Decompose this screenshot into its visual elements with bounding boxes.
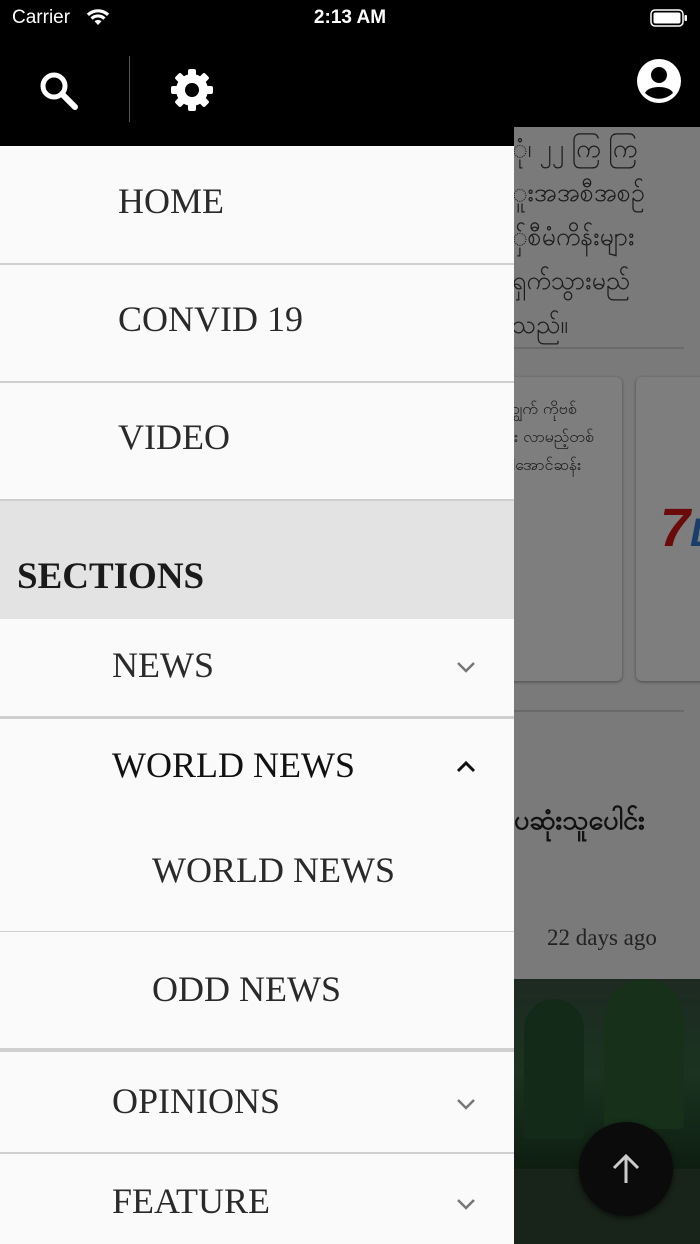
menu-item-convid-19[interactable]: CONVID 19 (0, 265, 514, 383)
account-icon[interactable] (636, 58, 682, 109)
section-feature[interactable]: FEATURE (0, 1154, 514, 1244)
scroll-to-top-button[interactable] (579, 1122, 673, 1216)
sections-header: SECTIONS (0, 501, 514, 619)
card-logo: 7D (660, 498, 700, 558)
background-feed: ုံ၊ ၂၂ ကြ ကြ ူးအအစီအစဉ် ှ်စီမံကိန်းများ … (514, 127, 700, 1244)
article-time: 22 days ago (547, 925, 657, 950)
menu-item-label: VIDEO (118, 417, 230, 457)
article-headline: ပဆုံးသူပေါင်း (514, 805, 646, 836)
section-world-news: WORLD NEWS WORLD NEWS (0, 718, 514, 933)
section-label: FEATURE (112, 1181, 271, 1221)
menu-item-video[interactable]: VIDEO (0, 383, 514, 501)
search-icon[interactable] (38, 70, 80, 117)
subsection-odd-news[interactable]: ODD NEWS (0, 932, 514, 1052)
status-bar: Carrier 2:13 AM (0, 0, 700, 36)
section-label: NEWS (112, 645, 214, 685)
gear-icon[interactable] (170, 68, 214, 117)
section-label[interactable]: WORLD NEWS (112, 744, 355, 786)
section-opinions[interactable]: OPINIONS (0, 1052, 514, 1154)
news-card: ကျွက် ကိုဗစ် း လာမည့်တစ် ဒါအောင်ဆန်း (514, 377, 622, 681)
chevron-down-icon (452, 1096, 480, 1117)
menu-item-label: CONVID 19 (118, 299, 303, 339)
clock: 2:13 AM (313, 7, 387, 28)
section-label: OPINIONS (112, 1081, 281, 1121)
battery-icon (650, 9, 688, 33)
article-snippet: ုံ၊ ၂၂ ကြ ကြ ူးအအစီအစဉ် ှ်စီမံကိန်းများ … (514, 134, 645, 339)
menu-item-label: HOME (118, 181, 224, 221)
chevron-up-icon[interactable] (452, 758, 480, 779)
chevron-down-icon (452, 659, 480, 680)
toolbar-divider (129, 56, 130, 122)
feed-divider (514, 710, 684, 712)
subsection-world-news[interactable]: WORLD NEWS (152, 849, 395, 891)
section-news[interactable]: NEWS (0, 619, 514, 718)
sections-header-label: SECTIONS (17, 556, 205, 597)
news-card: 7D (636, 377, 700, 681)
news-card-title: ကျွက် ကိုဗစ် း လာမည့်တစ် ဒါအောင်ဆန်း (514, 399, 594, 474)
subsection-label: ODD NEWS (152, 969, 341, 1009)
feed-divider (514, 347, 684, 349)
arrow-up-icon (612, 1153, 640, 1183)
navigation-drawer: HOME CONVID 19 VIDEO SECTIONS NEWS WORLD… (0, 146, 514, 1244)
chevron-down-icon (452, 1196, 480, 1217)
menu-item-home[interactable]: HOME (0, 146, 514, 265)
